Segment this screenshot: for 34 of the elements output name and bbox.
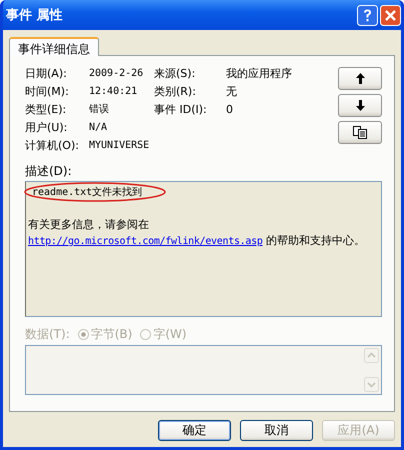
previous-button[interactable]	[338, 67, 382, 90]
up-arrow-icon	[356, 73, 364, 84]
help-icon[interactable]	[357, 4, 378, 26]
field-label: 日期(A):	[25, 66, 68, 81]
field-label: 类别(R):	[154, 84, 197, 99]
window-title: 事件 属性	[6, 7, 63, 24]
data-label: 数据(T):	[25, 326, 70, 342]
field-label: 计算机(O):	[25, 138, 80, 153]
help-link[interactable]: http://go.microsoft.com/fwlink/events.asp	[28, 236, 263, 247]
field-label: 时间(M):	[25, 84, 70, 99]
field-value: N/A	[89, 121, 108, 135]
close-icon[interactable]	[380, 4, 401, 26]
copy-icon	[353, 126, 367, 139]
field-label: 类型(E):	[25, 102, 68, 117]
description-text: 的帮助和支持中心。	[266, 234, 366, 247]
field-value: 错误	[89, 103, 110, 117]
dialog-button[interactable]: 取消	[240, 420, 313, 441]
field-label: 用户(U):	[25, 120, 68, 135]
copy-button[interactable]	[338, 121, 382, 144]
field-label: 来源(S):	[154, 66, 196, 81]
tab[interactable]: 事件详细信息	[9, 37, 99, 56]
field-value: 0	[226, 102, 234, 117]
dialog-button[interactable]: 确定	[158, 420, 231, 441]
field-value: 12:40:21	[89, 85, 138, 99]
field-value: 无	[226, 84, 238, 99]
field-value: MYUNIVERSE	[89, 139, 150, 153]
down-arrow-icon	[356, 100, 364, 111]
description-label: 描述(D):	[25, 163, 73, 179]
field-value: 2009-2-26	[89, 67, 144, 81]
description-text: 有关更多信息，请参阅在	[28, 218, 149, 231]
field-value: 我的应用程序	[226, 66, 292, 81]
field-label: 事件 ID(I):	[154, 102, 208, 117]
next-button[interactable]	[338, 94, 382, 117]
error-message: readme.txt文件未找到	[32, 187, 142, 198]
